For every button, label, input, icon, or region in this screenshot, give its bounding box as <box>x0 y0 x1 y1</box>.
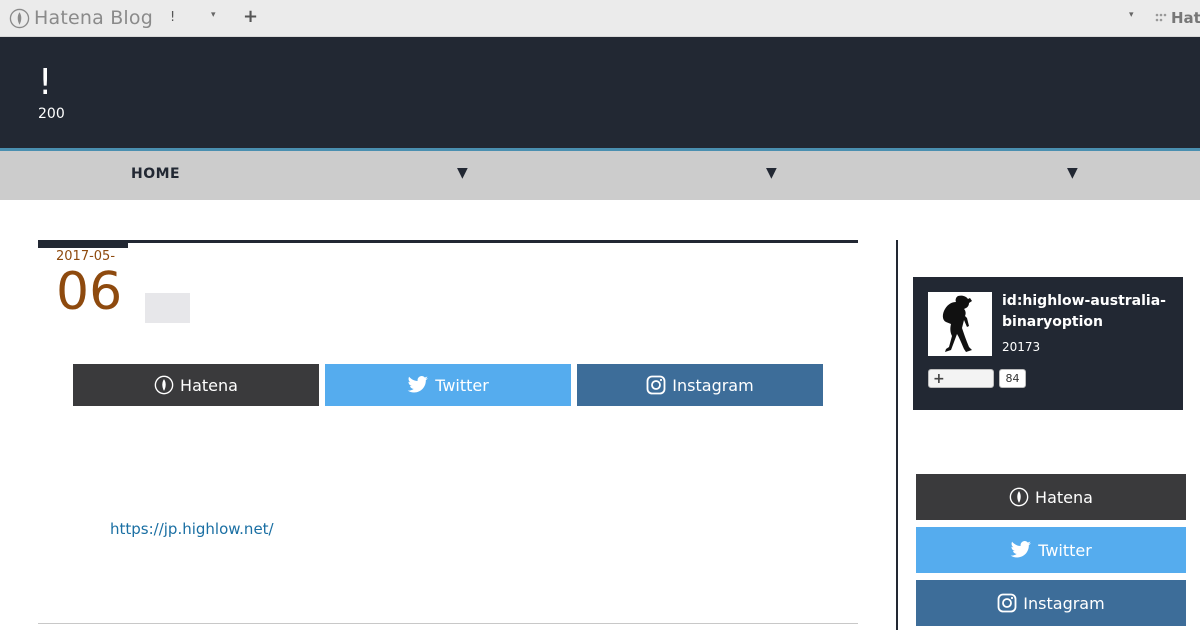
sidebar-twitter-label: Twitter <box>1038 540 1092 560</box>
entry-date-day: 06 <box>56 262 123 322</box>
hatena-logo-icon <box>9 8 30 28</box>
instagram-icon <box>646 375 666 395</box>
profile-module: id:highlow-australia-binaryoption 20173 … <box>913 277 1183 410</box>
date-block <box>38 240 128 248</box>
follow-button[interactable]: + <box>928 369 994 388</box>
share-instagram-label: Instagram <box>672 375 754 395</box>
share-twitter-label: Twitter <box>435 375 489 395</box>
avatar[interactable] <box>928 292 992 356</box>
blog-description: 200 <box>38 106 65 122</box>
nav-home[interactable]: HOME <box>131 166 180 182</box>
hatena-dots-icon <box>1155 13 1167 22</box>
sidebar-instagram-button[interactable]: Instagram <box>916 580 1186 626</box>
twitter-icon <box>407 376 429 393</box>
share-hatena-label: Hatena <box>180 375 238 395</box>
sidebar-divider <box>896 240 898 630</box>
logo-text: Hatena Blog <box>34 7 153 29</box>
blog-title[interactable]: ! <box>38 62 52 103</box>
profile-reader-count: 20173 <box>1002 340 1041 354</box>
share-twitter-button[interactable]: Twitter <box>325 364 571 406</box>
blog-header: ! 200 <box>0 37 1200 148</box>
chevron-down-icon[interactable]: ▾ <box>211 10 216 20</box>
global-nav: HOME ▼ ▼ ▼ <box>0 151 1200 200</box>
share-instagram-button[interactable]: Instagram <box>577 364 823 406</box>
hatena-blog-logo[interactable]: Hatena Blog <box>9 7 153 29</box>
nav-dropdown-3[interactable]: ▼ <box>1067 165 1078 181</box>
brand-text: Hat <box>1171 9 1200 27</box>
entry-top-border <box>38 240 858 243</box>
entry-bottom-divider <box>38 623 858 624</box>
hatena-topbar: Hatena Blog ! ▾ + ▾ Hat <box>0 0 1200 37</box>
chevron-down-icon[interactable]: ▾ <box>1129 10 1134 20</box>
instagram-icon <box>997 593 1017 613</box>
sidebar-hatena-label: Hatena <box>1035 487 1093 507</box>
nav-dropdown-1[interactable]: ▼ <box>457 165 468 181</box>
share-hatena-button[interactable]: Hatena <box>73 364 319 406</box>
twitter-icon <box>1010 541 1032 558</box>
add-icon[interactable]: + <box>243 6 258 27</box>
follower-count-badge: 84 <box>999 369 1026 388</box>
share-buttons: Hatena Twitter Instagram <box>73 364 823 406</box>
sidebar-twitter-button[interactable]: Twitter <box>916 527 1186 573</box>
plus-icon: + <box>933 370 945 387</box>
notification-icon[interactable]: ! <box>170 10 175 25</box>
hatena-brand-link[interactable]: Hat <box>1154 9 1200 27</box>
profile-id-link[interactable]: id:highlow-australia-binaryoption <box>1002 291 1177 333</box>
entry-link[interactable]: https://jp.highlow.net/ <box>110 520 274 538</box>
entry-title-placeholder[interactable] <box>145 293 190 323</box>
hatena-icon <box>154 375 174 395</box>
hiker-silhouette-icon <box>942 295 972 352</box>
sidebar-instagram-label: Instagram <box>1023 593 1105 613</box>
hatena-icon <box>1009 487 1029 507</box>
nav-dropdown-2[interactable]: ▼ <box>766 165 777 181</box>
sidebar-hatena-button[interactable]: Hatena <box>916 474 1186 520</box>
